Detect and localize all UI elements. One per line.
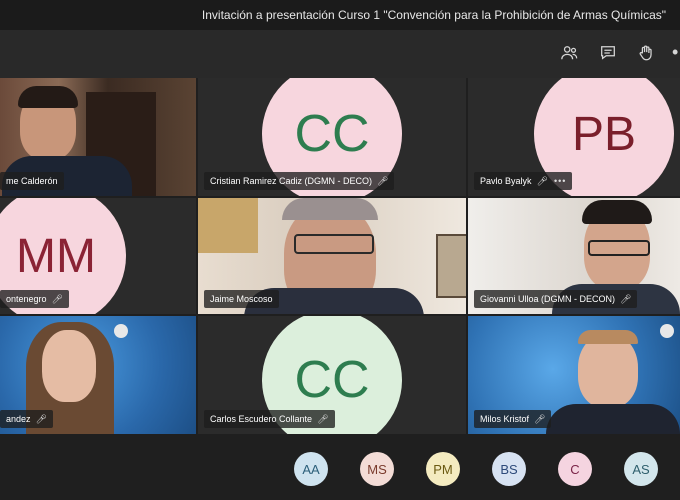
mic-muted-icon: 🎤︎ — [317, 413, 329, 424]
participant-name: Milos Kristof — [480, 414, 530, 424]
participant-tile-milos[interactable]: Milos Kristof 🎤︎ — [468, 316, 680, 434]
participant-tile-montenegro[interactable]: MM ontenegro 🎤︎ — [0, 198, 196, 314]
mic-muted-icon: 🎤︎ — [35, 413, 47, 424]
participant-name: andez — [6, 414, 31, 424]
participant-tile-giovanni[interactable]: Giovanni Ulloa (DGMN - DECON) 🎤︎ — [468, 198, 680, 314]
participant-tile-cristian[interactable]: CC Cristian Ramirez Cadiz (DGMN - DECO) … — [198, 78, 466, 196]
participant-avatar-as[interactable]: AS — [624, 452, 658, 486]
participant-glasses — [588, 240, 650, 256]
participant-name-label: Pavlo Byalyk 🎤︎ ••• — [474, 172, 573, 190]
wall-poster — [198, 198, 258, 253]
participant-name: me Calderón — [6, 176, 58, 186]
wall-frame — [436, 234, 466, 298]
participant-avatar-bs[interactable]: BS — [492, 452, 526, 486]
avatar-initials: PM — [433, 461, 453, 477]
mic-muted-icon: 🎤︎ — [620, 293, 632, 304]
avatar-initials: BS — [500, 461, 518, 477]
participant-tile-hernandez[interactable]: andez 🎤︎ — [0, 316, 196, 434]
participant-name: Carlos Escudero Collante — [210, 414, 313, 424]
raise-hand-icon[interactable] — [637, 44, 655, 62]
avatar-initials: C — [570, 461, 580, 477]
participant-name: Giovanni Ulloa (DGMN - DECON) — [480, 294, 616, 304]
mic-muted-icon: 🎤︎ — [377, 175, 389, 186]
avatar-initials: MM — [16, 229, 96, 283]
mic-muted-icon: 🎤︎ — [536, 175, 548, 186]
meeting-toolbar: • — [0, 30, 680, 78]
participant-name-label: me Calderón — [0, 172, 64, 190]
participant-hair — [282, 198, 378, 220]
avatar-initials: CC — [294, 351, 370, 409]
participant-name: Pavlo Byalyk — [480, 176, 532, 186]
participant-name-label: Cristian Ramirez Cadiz (DGMN - DECO) 🎤︎ — [204, 172, 395, 190]
participant-name-label: ontenegro 🎤︎ — [0, 290, 69, 308]
participant-tile-carlos[interactable]: CC Carlos Escudero Collante 🎤︎ — [198, 316, 466, 434]
other-participants-bar: AA MS PM BS C AS — [0, 434, 680, 500]
participants-icon[interactable] — [560, 44, 578, 62]
participant-name-label: andez 🎤︎ — [0, 410, 53, 428]
participant-hair — [18, 86, 78, 108]
participant-name: Jaime Moscoso — [210, 294, 273, 304]
avatar-initials: PB — [571, 107, 637, 161]
more-options-icon[interactable]: • — [672, 42, 678, 63]
participant-name-label: Giovanni Ulloa (DGMN - DECON) 🎤︎ — [474, 290, 638, 308]
participant-name: Cristian Ramirez Cadiz (DGMN - DECO) — [210, 176, 373, 186]
participant-face — [42, 330, 96, 402]
mic-muted-icon: 🎤︎ — [51, 293, 63, 304]
participant-hair — [582, 200, 652, 224]
participant-suit — [546, 404, 680, 434]
participant-head — [578, 334, 638, 408]
participant-name-label: Jaime Moscoso — [204, 290, 279, 308]
participant-hair — [578, 330, 638, 344]
participant-avatar-ms[interactable]: MS — [360, 452, 394, 486]
participant-name: ontenegro — [6, 294, 47, 304]
participant-avatar-aa[interactable]: AA — [294, 452, 328, 486]
chat-icon[interactable] — [599, 44, 617, 62]
avatar-initials: AA — [302, 461, 320, 477]
participant-name-label: Carlos Escudero Collante 🎤︎ — [204, 410, 335, 428]
opcw-logo — [660, 324, 674, 338]
participant-avatar-pm[interactable]: PM — [426, 452, 460, 486]
participant-more-icon[interactable]: ••• — [554, 176, 566, 186]
participant-tile-jaime[interactable]: Jaime Moscoso — [198, 198, 466, 314]
window-title: Invitación a presentación Curso 1 "Conve… — [201, 8, 666, 22]
participant-name-label: Milos Kristof 🎤︎ — [474, 410, 552, 428]
participant-tile-pavlo[interactable]: PB Pavlo Byalyk 🎤︎ ••• — [468, 78, 680, 196]
avatar-initials: AS — [632, 461, 650, 477]
participant-glasses — [294, 234, 374, 254]
mic-muted-icon: 🎤︎ — [534, 413, 546, 424]
window-titlebar: Invitación a presentación Curso 1 "Conve… — [0, 0, 680, 30]
avatar-initials: CC — [294, 105, 370, 163]
participant-avatar-c[interactable]: C — [558, 452, 592, 486]
avatar-initials: MS — [367, 461, 387, 477]
opcw-logo — [114, 324, 128, 338]
participant-tile-calderon[interactable]: me Calderón — [0, 78, 196, 196]
video-grid: me Calderón CC Cristian Ramirez Cadiz (D… — [0, 78, 680, 434]
